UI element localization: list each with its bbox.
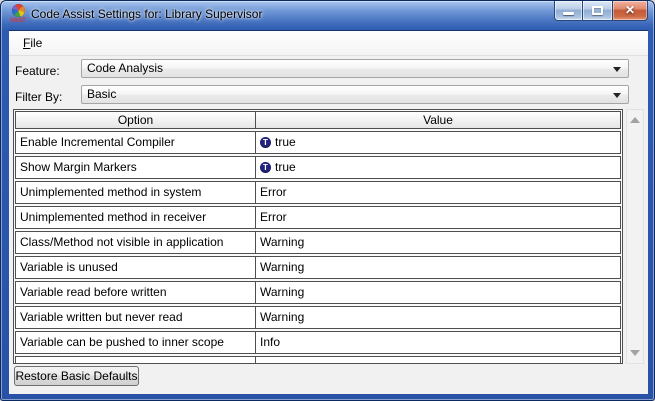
feature-combobox-value: Code Analysis: [87, 61, 163, 75]
vertical-scrollbar[interactable]: [626, 109, 644, 364]
menu-bar: File: [9, 31, 648, 56]
titlebar[interactable]: VAST Code Assist Settings for: Library S…: [1, 1, 654, 30]
scroll-down-icon[interactable]: [630, 350, 640, 356]
table-body: Enable Incremental Compiler T true Show …: [15, 131, 621, 354]
value-text: true: [275, 132, 296, 153]
close-button[interactable]: ✕: [613, 1, 648, 21]
option-cell: Class/Method not visible in application: [16, 232, 256, 253]
value-cell: Warning: [256, 257, 620, 278]
value-cell: Warning: [256, 232, 620, 253]
option-cell-text: Unimplemented method in receiver: [20, 210, 206, 224]
option-cell-text: Variable written but never read: [20, 310, 183, 324]
option-cell-text: Show Margin Markers: [20, 160, 137, 174]
option-cell: Variable read before written: [16, 282, 256, 303]
table-row[interactable]: Variable read before written Warning: [15, 281, 621, 304]
app-window: VAST Code Assist Settings for: Library S…: [0, 0, 655, 401]
vast-app-icon: VAST: [9, 4, 27, 27]
option-cell-text: Unimplemented method in system: [20, 185, 201, 199]
chevron-down-icon: [613, 93, 621, 98]
close-icon: ✕: [613, 1, 647, 19]
value-text: Error: [260, 207, 287, 228]
option-cell: Unimplemented method in receiver: [16, 207, 256, 228]
value-cell: Warning: [256, 307, 620, 328]
filter-by-combobox[interactable]: Basic: [81, 85, 629, 104]
maximize-button[interactable]: [583, 1, 613, 21]
value-text: Warning: [260, 307, 304, 328]
value-cell: Info: [256, 332, 620, 353]
value-cell: Warning: [256, 282, 620, 303]
option-cell: Variable is unused: [16, 257, 256, 278]
vast-colorwheel-icon: [12, 4, 25, 17]
value-cell: Error: [256, 182, 620, 203]
feature-label: Feature:: [15, 62, 60, 81]
option-cell-text: Enable Incremental Compiler: [20, 135, 175, 149]
feature-combobox[interactable]: Code Analysis: [81, 59, 629, 78]
option-cell-text: Class/Method not visible in application: [20, 235, 223, 249]
value-text: Warning: [260, 257, 304, 278]
value-text: Info: [260, 332, 280, 353]
table-header-row: Option Value: [15, 111, 621, 129]
client-area: File Feature: Code Analysis Filter By: B…: [9, 30, 648, 394]
value-text: Error: [260, 182, 287, 203]
option-cell: Show Margin Markers: [16, 157, 256, 178]
scroll-up-icon[interactable]: [630, 117, 640, 123]
caption-buttons: ✕: [554, 1, 648, 21]
option-cell-text: Variable is unused: [20, 260, 118, 274]
column-header-option: Option: [16, 112, 256, 128]
value-cell: Error: [256, 207, 620, 228]
table-row[interactable]: Show Margin Markers T true: [15, 156, 621, 179]
minimize-icon: [563, 12, 574, 15]
option-cell: Enable Incremental Compiler: [16, 132, 256, 153]
option-cell-text: Variable can be pushed to inner scope: [20, 335, 224, 349]
option-cell: Variable can be pushed to inner scope: [16, 332, 256, 353]
column-header-value: Value: [256, 112, 620, 128]
table-row[interactable]: Variable is unused Warning: [15, 256, 621, 279]
table-row[interactable]: Unimplemented method in system Error: [15, 181, 621, 204]
filter-by-combobox-value: Basic: [87, 87, 116, 101]
option-cell: Unimplemented method in system: [16, 182, 256, 203]
minimize-button[interactable]: [554, 1, 583, 21]
chevron-down-icon: [613, 67, 621, 72]
restore-basic-defaults-button[interactable]: Restore Basic Defaults: [14, 366, 139, 386]
table-row[interactable]: Class/Method not visible in application …: [15, 231, 621, 254]
table-row[interactable]: Unimplemented method in receiver Error: [15, 206, 621, 229]
table-row[interactable]: Variable can be pushed to inner scope In…: [15, 331, 621, 354]
value-text: Warning: [260, 282, 304, 303]
options-table: Option Value Enable Incremental Compiler…: [13, 109, 623, 364]
option-cell-text: Variable read before written: [20, 285, 167, 299]
value-cell: T true: [256, 132, 620, 153]
filter-by-label: Filter By:: [15, 88, 62, 107]
window-title: Code Assist Settings for: Library Superv…: [31, 1, 262, 30]
value-text: Warning: [260, 232, 304, 253]
true-icon: T: [260, 162, 271, 173]
table-row-partial: [15, 356, 621, 364]
value-cell: T true: [256, 157, 620, 178]
value-text: true: [275, 157, 296, 178]
table-row[interactable]: Enable Incremental Compiler T true: [15, 131, 621, 154]
menu-item-file[interactable]: File: [15, 31, 50, 55]
table-row[interactable]: Variable written but never read Warning: [15, 306, 621, 329]
option-cell: Variable written but never read: [16, 307, 256, 328]
maximize-icon: [592, 6, 603, 15]
true-icon: T: [260, 137, 271, 148]
vast-icon-label: VAST: [9, 17, 27, 25]
